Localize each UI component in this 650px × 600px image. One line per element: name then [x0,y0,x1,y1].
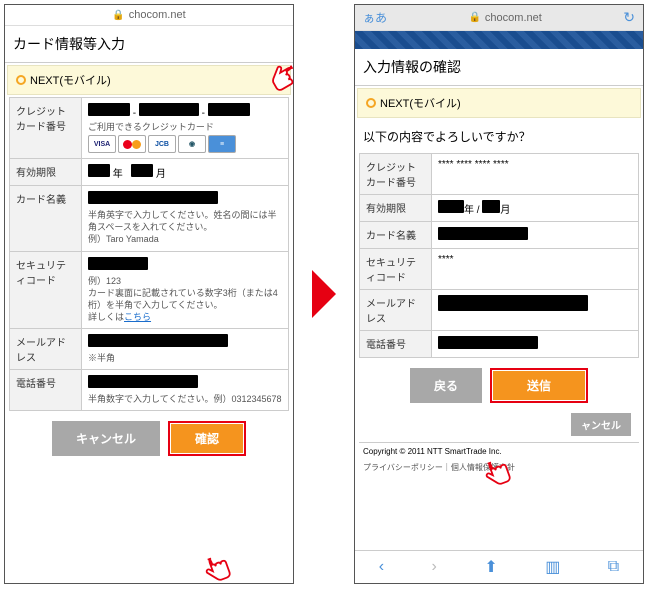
nav-back-icon[interactable]: ‹ [379,558,384,576]
next-banner-left: NEXT(モバイル) [7,65,291,95]
lock-icon: 🔒 [468,12,480,23]
amex-icon: ≡ [208,135,236,153]
left-phone: 🔒 chocom.net カード情報等入力 NEXT(モバイル) クレジットカー… [4,4,294,584]
c-exp-lbl: 有効期限 [360,195,432,222]
circle-icon [366,98,376,108]
card-seg-3[interactable] [208,103,250,116]
expiry-year[interactable] [88,164,110,177]
nav-fwd-icon[interactable]: › [432,558,437,576]
lock-icon: 🔒 [112,10,124,21]
c-card-lbl: クレジットカード番号 [360,154,432,195]
cvv-input[interactable] [88,257,148,270]
url-bar-left: 🔒 chocom.net [5,5,293,26]
email-hint: ※半角 [88,352,282,364]
tabs-icon[interactable]: ⧉ [608,558,619,576]
card-hint: ご利用できるクレジットカード [88,121,282,133]
url-text: chocom.net [485,12,542,24]
reload-icon[interactable]: ↻ [623,9,635,26]
name-input[interactable] [88,191,218,204]
cancel-button-left[interactable]: キャンセル [52,421,160,456]
card-seg-2[interactable] [139,103,199,116]
expiry-month[interactable] [131,164,153,177]
label-name: カード名義 [10,186,82,251]
arrow-right-icon [312,270,336,318]
confirm-button[interactable]: 確認 [171,424,243,453]
name-hint: 半角英字で入力してください。姓名の間には半角スペースを入れてください。 例）Ta… [88,209,282,245]
next-banner-right: NEXT(モバイル) [357,88,641,118]
header-banner [355,31,643,49]
text-size-icon[interactable]: ぁあ [363,9,387,26]
jcb-icon: JCB [148,135,176,153]
right-phone: ぁあ 🔒 chocom.net ↻ 入力情報の確認 NEXT(モバイル) 以下の… [354,4,644,584]
label-email: メールアドレス [10,329,82,370]
email-input[interactable] [88,334,228,347]
confirm-question: 以下の内容でよろしいですか？ [355,120,643,153]
label-phone: 電話番号 [10,370,82,411]
visa-icon: VISA [88,135,116,153]
url-bar-right: ぁあ 🔒 chocom.net ↻ [355,5,643,31]
c-cvv-val: **** [432,249,639,290]
card-seg-1[interactable] [88,103,130,116]
copyright: Copyright © 2011 NTT SmartTrade Inc. [359,442,639,460]
label-expiry: 有効期限 [10,159,82,186]
cvv-hint: 例）123 カード裏面に記載されている数字3桁（または4桁）を半角で入力してくだ… [88,275,282,324]
card-brands: VISA JCB ◉ ≡ [88,135,282,153]
privacy-links[interactable]: プライバシーポリシー｜個人情報保護方針 [359,460,639,475]
c-email-lbl: メールアドレス [360,290,432,331]
bookmarks-icon[interactable]: ▥ [545,557,560,577]
form-table-left: クレジットカード番号 - - ご利用できるクレジットカード VISA JCB ◉… [9,97,289,411]
share-icon[interactable]: ⬆︎ [484,557,497,577]
confirm-table: クレジットカード番号**** **** **** **** 有効期限年 / 月 … [359,153,639,358]
c-name-lbl: カード名義 [360,222,432,249]
page-title-right: 入力情報の確認 [355,49,643,86]
circle-icon [16,75,26,85]
cancel-button-right[interactable]: ャンセル [571,413,631,436]
url-text: chocom.net [129,9,186,21]
label-card-no: クレジットカード番号 [10,98,82,159]
diners-icon: ◉ [178,135,206,153]
phone-input[interactable] [88,375,198,388]
back-button[interactable]: 戻る [410,368,482,403]
safari-toolbar: ‹ › ⬆︎ ▥ ⧉ [355,550,643,583]
c-card-val: **** **** **** **** [432,154,639,195]
cvv-link[interactable]: こちら [124,312,151,322]
send-button[interactable]: 送信 [493,371,585,400]
label-cvv: セキュリティコード [10,251,82,329]
c-cvv-lbl: セキュリティコード [360,249,432,290]
c-phone-lbl: 電話番号 [360,331,432,358]
mastercard-icon [118,135,146,153]
page-title-left: カード情報等入力 [5,26,293,63]
phone-hint: 半角数字で入力してください。例）0312345678 [88,393,282,405]
